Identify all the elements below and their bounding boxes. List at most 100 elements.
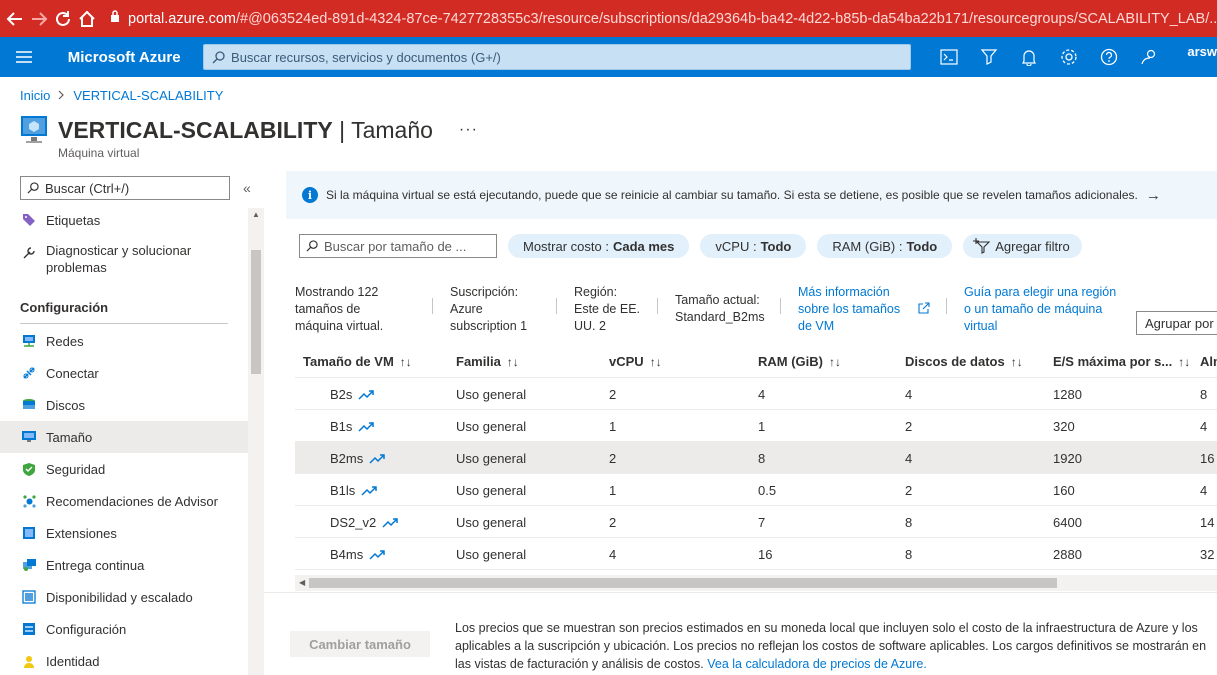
- breadcrumb: Inicio VERTICAL-SCALABILITY: [20, 88, 223, 103]
- collapse-menu-button[interactable]: «: [243, 180, 251, 196]
- cell-data-disks: 4: [905, 387, 913, 402]
- breadcrumb-current-link[interactable]: VERTICAL-SCALABILITY: [73, 88, 223, 103]
- header-icons: [929, 37, 1169, 77]
- sidebar-item-connect[interactable]: Conectar: [0, 357, 248, 389]
- table-row-selected[interactable]: B2ms Uso general 2 8 4 1920 16: [295, 442, 1217, 474]
- cell-vcpu: 1: [609, 419, 617, 434]
- sidebar-item-networking[interactable]: Redes: [0, 325, 248, 357]
- page-title-section: Tamaño: [351, 116, 433, 143]
- cell-vcpu: 4: [609, 547, 617, 562]
- column-header-family[interactable]: Familia ↑↓: [456, 354, 519, 369]
- sidebar-item-label: Diagnosticar y solucionar problemas: [46, 242, 191, 276]
- breadcrumb-home-link[interactable]: Inicio: [20, 88, 50, 103]
- table-row[interactable]: DS2_v2 Uso general 2 7 8 6400 14: [295, 506, 1217, 538]
- summary-line: Mostrando 122: [295, 285, 379, 299]
- column-header-ram[interactable]: RAM (GiB) ↑↓: [758, 354, 841, 369]
- table-row[interactable]: B2s Uso general 2 4 4 1280 8: [295, 378, 1217, 410]
- ram-filter-value: Todo: [906, 238, 938, 254]
- more-actions-button[interactable]: ···: [459, 121, 478, 139]
- cloud-shell-button[interactable]: [929, 37, 969, 77]
- resource-menu: Buscar (Ctrl+/) « Etiquetas Diagnosticar…: [0, 172, 264, 675]
- add-filter-button[interactable]: Agregar filtro: [963, 234, 1082, 258]
- scroll-left-icon[interactable]: ◀: [299, 578, 305, 587]
- sidebar-scroll-thumb[interactable]: [251, 250, 261, 374]
- help-button[interactable]: [1089, 37, 1129, 77]
- sidebar-scrollbar[interactable]: ▲: [248, 208, 264, 675]
- arrow-right-icon[interactable]: →: [1146, 187, 1161, 204]
- global-search-input[interactable]: Buscar recursos, servicios y documentos …: [203, 44, 912, 70]
- vm-sizes-info-link[interactable]: Más información sobre los tamaños de VM: [798, 284, 900, 335]
- sidebar-item-diagnose[interactable]: Diagnosticar y solucionar problemas: [0, 242, 248, 282]
- cost-filter-value: Cada mes: [612, 238, 675, 254]
- column-header-storage[interactable]: Alm: [1200, 354, 1217, 369]
- link-line: de VM: [798, 319, 835, 333]
- sort-icon: ↑↓: [649, 355, 662, 369]
- column-header-data-disks[interactable]: Discos de datos ↑↓: [905, 354, 1023, 369]
- region-size-guide-link[interactable]: Guía para elegir una región o un tamaño …: [964, 284, 1116, 335]
- external-link-icon[interactable]: [918, 302, 930, 314]
- scroll-up-icon[interactable]: ▲: [252, 210, 260, 219]
- trend-up-icon: [358, 422, 375, 432]
- address-bar[interactable]: portal.azure.com/#@063524ed-891d-4324-87…: [110, 10, 1217, 27]
- cell-storage: 8: [1200, 387, 1208, 402]
- sidebar-item-availability[interactable]: Disponibilidad y escalado: [0, 581, 248, 613]
- summary-line: Este de EE.: [574, 302, 641, 316]
- shield-icon: [20, 460, 38, 478]
- info-banner-text: Si la máquina virtual se está ejecutando…: [326, 188, 1138, 202]
- vcpu-filter-pill[interactable]: vCPU : Todo: [700, 234, 807, 258]
- cell-data-disks: 2: [905, 419, 913, 434]
- size-search-placeholder: Buscar por tamaño de ...: [324, 238, 467, 254]
- table-scroll-thumb[interactable]: [309, 578, 1057, 588]
- home-button[interactable]: [78, 5, 96, 33]
- summary-divider: [657, 298, 658, 314]
- menu-search-input[interactable]: Buscar (Ctrl+/): [20, 176, 230, 200]
- sidebar-item-disks[interactable]: Discos: [0, 389, 248, 421]
- cell-family: Uso general: [456, 515, 527, 530]
- resize-button[interactable]: Cambiar tamaño: [290, 631, 430, 657]
- settings-button[interactable]: [1049, 37, 1089, 77]
- link-line: Más información: [798, 285, 890, 299]
- global-search-placeholder: Buscar recursos, servicios y documentos …: [231, 49, 501, 65]
- feedback-button[interactable]: [1129, 37, 1169, 77]
- sidebar-item-identity[interactable]: Identidad: [0, 645, 248, 675]
- user-account[interactable]: arsw: [1187, 44, 1217, 59]
- sidebar-item-tags[interactable]: Etiquetas: [0, 204, 248, 236]
- sort-icon: ↑↓: [1178, 355, 1191, 369]
- cell-size: B1s: [330, 419, 375, 434]
- sidebar-item-continuous-delivery[interactable]: Entrega continua: [0, 549, 248, 581]
- sidebar-item-label: Seguridad: [46, 461, 106, 477]
- table-row[interactable]: B4ms Uso general 4 16 8 2880 32: [295, 538, 1217, 570]
- reload-button[interactable]: [54, 5, 72, 33]
- ram-filter-pill[interactable]: RAM (GiB) : Todo: [817, 234, 953, 258]
- sidebar-item-label-line1: Diagnosticar y solucionar: [46, 243, 192, 258]
- table-row[interactable]: B1ls Uso general 1 0.5 2 160 4: [295, 474, 1217, 506]
- summary-line: Suscripción:: [450, 285, 519, 299]
- summary-divider: [432, 298, 433, 314]
- brand-title[interactable]: Microsoft Azure: [68, 49, 203, 66]
- sidebar-item-advisor[interactable]: Recomendaciones de Advisor: [0, 485, 248, 517]
- table-row[interactable]: B1s Uso general 1 1 2 320 4: [295, 410, 1217, 442]
- notifications-button[interactable]: [1009, 37, 1049, 77]
- size-search-input[interactable]: Buscar por tamaño de ...: [299, 234, 497, 258]
- terminal-icon: [940, 49, 958, 65]
- back-button[interactable]: [6, 5, 24, 33]
- size-name: B2s: [330, 387, 353, 402]
- sidebar-item-configuration[interactable]: Configuración: [0, 613, 248, 645]
- column-header-size[interactable]: Tamaño de VM ↑↓: [303, 354, 412, 369]
- group-by-dropdown[interactable]: Agrupar por: [1136, 311, 1217, 335]
- column-header-label: Discos de datos: [905, 354, 1005, 369]
- info-icon: i: [302, 187, 318, 203]
- table-horizontal-scrollbar[interactable]: ◀: [295, 575, 1217, 591]
- column-header-max-iops[interactable]: E/S máxima por s... ↑↓: [1053, 354, 1190, 369]
- size-name: DS2_v2: [330, 515, 377, 530]
- directory-filter-button[interactable]: [969, 37, 1009, 77]
- sidebar-item-extensions[interactable]: Extensiones: [0, 517, 248, 549]
- forward-button[interactable]: [30, 5, 48, 33]
- sidebar-item-size[interactable]: Tamaño: [0, 421, 248, 453]
- pricing-calculator-link[interactable]: Vea la calculadora de precios de Azure.: [707, 657, 927, 671]
- forward-arrow-icon: [32, 11, 48, 26]
- sidebar-item-security[interactable]: Seguridad: [0, 453, 248, 485]
- column-header-vcpu[interactable]: vCPU ↑↓: [609, 354, 662, 369]
- portal-menu-button[interactable]: [0, 51, 48, 63]
- cost-filter-pill[interactable]: Mostrar costo : Cada mes: [508, 234, 690, 258]
